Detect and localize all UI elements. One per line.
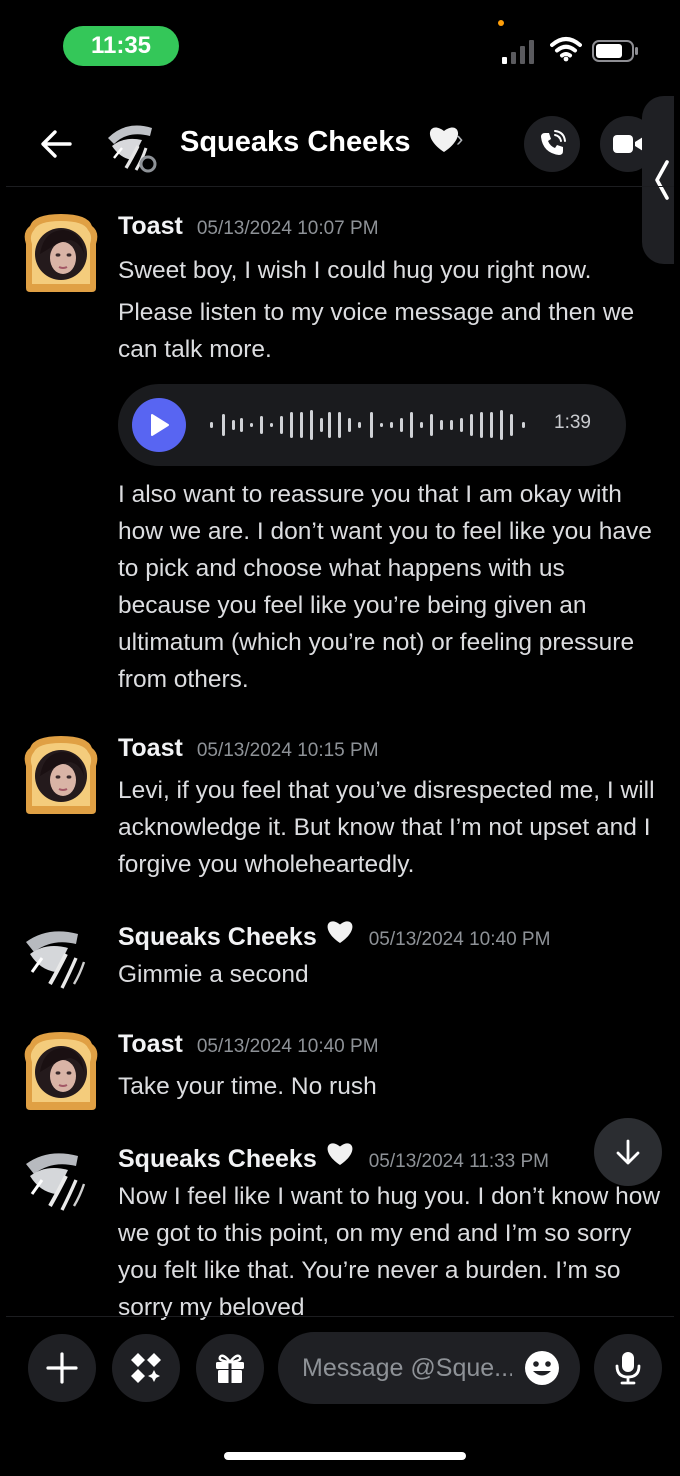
message-author[interactable]: Squeaks Cheeks	[118, 1145, 317, 1174]
message-text: I also want to reassure you that I am ok…	[118, 481, 652, 693]
add-attachment-button[interactable]	[28, 1334, 96, 1402]
contact-avatar[interactable]	[102, 114, 164, 176]
header-divider	[6, 186, 674, 187]
emoji-icon[interactable]	[524, 1350, 560, 1386]
white-heart-icon	[327, 921, 353, 943]
message-composer	[278, 1332, 580, 1404]
composer-divider	[6, 1316, 674, 1317]
message-input[interactable]	[302, 1332, 512, 1404]
gift-icon	[216, 1354, 244, 1383]
home-indicator	[224, 1452, 466, 1460]
status-time: 11:35	[63, 26, 179, 66]
jump-to-latest-button[interactable]	[594, 1118, 662, 1186]
app-frame: 11:35 Squeaks Cheeks › Toast 05/13/2024 …	[6, 6, 674, 1470]
toast-avatar[interactable]	[20, 212, 102, 294]
message-timestamp: 05/13/2024 10:07 PM	[196, 218, 379, 239]
squeaks-avatar[interactable]	[20, 1140, 102, 1222]
chevron-left-icon	[655, 160, 669, 200]
message-text: Please listen to my voice message and th…	[118, 299, 635, 363]
voice-duration: 1:39	[554, 412, 591, 433]
toast-avatar[interactable]	[20, 1030, 102, 1112]
voice-record-button[interactable]	[594, 1334, 662, 1402]
message-author[interactable]: Squeaks Cheeks	[118, 923, 317, 952]
voice-call-button[interactable]	[524, 116, 580, 172]
chat-title-text: Squeaks Cheeks	[180, 126, 411, 158]
message-text: Now I feel like I want to hug you. I don…	[118, 1183, 661, 1321]
phone-call-icon	[541, 130, 566, 155]
cellular-signal-icon	[502, 40, 534, 64]
apps-button[interactable]	[112, 1334, 180, 1402]
message-author[interactable]: Toast	[118, 734, 183, 763]
plus-icon	[46, 1352, 78, 1384]
chat-title[interactable]: Squeaks Cheeks	[180, 124, 461, 159]
privacy-indicator-dot	[498, 20, 504, 26]
side-panel-handle[interactable]	[642, 96, 674, 264]
arrow-down-icon	[616, 1139, 640, 1165]
message-header: Squeaks Cheeks 05/13/2024 10:40 PM	[118, 918, 550, 952]
message-text: Take your time. No rush	[118, 1073, 377, 1100]
voice-message-player: 1:39	[118, 384, 626, 466]
message-author[interactable]: Toast	[118, 1030, 183, 1059]
video-call-icon	[613, 135, 643, 153]
message-timestamp: 05/13/2024 10:40 PM	[196, 1036, 379, 1057]
message-timestamp: 05/13/2024 10:40 PM	[368, 929, 551, 950]
voice-waveform[interactable]	[210, 406, 550, 444]
message-timestamp: 05/13/2024 11:33 PM	[368, 1151, 550, 1172]
play-icon	[151, 414, 169, 436]
squeaks-avatar[interactable]	[20, 918, 102, 1000]
message-text: Levi, if you feel that you’ve disrespect…	[118, 777, 655, 878]
apps-icon	[131, 1353, 161, 1383]
white-heart-icon	[327, 1143, 353, 1165]
message-header: Toast 05/13/2024 10:07 PM	[118, 212, 379, 241]
battery-icon	[592, 40, 638, 62]
microphone-icon	[615, 1352, 641, 1385]
message-text: Gimmie a second	[118, 961, 309, 988]
toast-avatar[interactable]	[20, 734, 102, 816]
message-author[interactable]: Toast	[118, 212, 183, 241]
message-header: Toast 05/13/2024 10:15 PM	[118, 734, 379, 763]
chat-header: Squeaks Cheeks ›	[6, 102, 674, 188]
message-timestamp: 05/13/2024 10:15 PM	[196, 740, 379, 761]
play-button[interactable]	[132, 398, 186, 452]
back-arrow-icon[interactable]	[36, 124, 76, 164]
wifi-icon	[550, 37, 582, 62]
gift-button[interactable]	[196, 1334, 264, 1402]
message-text: Sweet boy, I wish I could hug you right …	[118, 257, 592, 284]
message-header: Toast 05/13/2024 10:40 PM	[118, 1030, 379, 1059]
message-header: Squeaks Cheeks 05/13/2024 11:33 PM	[118, 1140, 549, 1174]
chevron-right-icon[interactable]: ›	[456, 126, 463, 152]
